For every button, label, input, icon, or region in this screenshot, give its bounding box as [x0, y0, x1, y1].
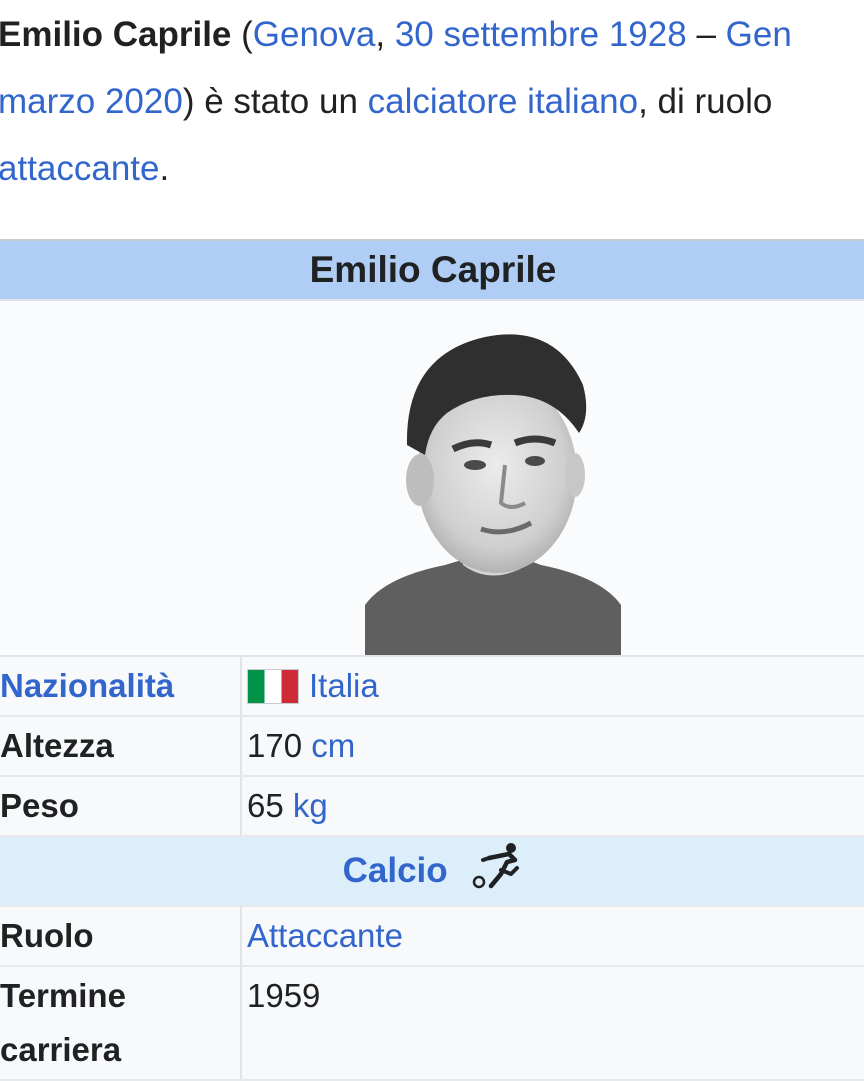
intro-line-2: marzo 2020) è stato un calciatore italia…	[0, 67, 864, 134]
label-termine-carriera: Termine carriera	[0, 967, 242, 1079]
value-peso: 65 kg	[242, 777, 864, 835]
text-role: , di ruolo	[638, 82, 773, 121]
link-profession[interactable]: calciatore italiano	[368, 82, 638, 121]
italy-flag-icon[interactable]	[247, 669, 299, 704]
label-ruolo: Ruolo	[0, 907, 242, 965]
link-death-place[interactable]: Gen	[726, 15, 792, 54]
text-mid: ) è stato un	[182, 82, 368, 121]
text-comma: ,	[375, 15, 395, 54]
link-calcio[interactable]: Calcio	[343, 851, 448, 890]
row-altezza: Altezza 170 cm	[0, 717, 864, 777]
link-unit-kg[interactable]: kg	[293, 787, 328, 824]
section-calcio: Calcio	[0, 837, 864, 907]
peso-number: 65	[247, 787, 284, 824]
football-player-icon	[473, 843, 520, 889]
label-altezza: Altezza	[0, 717, 242, 775]
row-nazionalita: Nazionalità Italia	[0, 657, 864, 717]
subject-name: Emilio Caprile	[0, 15, 232, 54]
value-termine-carriera: 1959	[242, 967, 864, 1079]
altezza-number: 170	[247, 727, 303, 764]
link-death-date[interactable]: marzo 2020	[0, 82, 183, 121]
label-nazionalita[interactable]: Nazionalità	[0, 657, 242, 715]
link-attaccante[interactable]: Attaccante	[247, 917, 403, 954]
intro-paragraph: Emilio Caprile (Genova, 30 settembre 192…	[0, 0, 864, 201]
player-portrait[interactable]	[365, 315, 621, 655]
text-period: .	[159, 149, 170, 188]
row-peso: Peso 65 kg	[0, 777, 864, 837]
infobox-image-cell	[0, 301, 864, 657]
row-termine-carriera: Termine carriera 1959	[0, 967, 864, 1081]
link-birth-date[interactable]: 30 settembre 1928	[395, 15, 687, 54]
link-role[interactable]: attaccante	[0, 149, 160, 188]
infobox-title: Emilio Caprile	[0, 241, 864, 301]
value-altezza: 170 cm	[242, 717, 864, 775]
link-italia[interactable]: Italia	[309, 667, 379, 704]
label-peso: Peso	[0, 777, 242, 835]
infobox: Emilio Caprile Nazionalità Italia Altezz…	[0, 239, 864, 1081]
value-ruolo: Attaccante	[242, 907, 864, 965]
link-birth-place[interactable]: Genova	[253, 15, 376, 54]
value-nazionalita: Italia	[242, 657, 864, 715]
row-ruolo: Ruolo Attaccante	[0, 907, 864, 967]
intro-line-3: attaccante.	[0, 134, 864, 201]
text-open-paren: (	[231, 15, 253, 54]
intro-line-1: Emilio Caprile (Genova, 30 settembre 192…	[0, 0, 864, 67]
link-unit-cm[interactable]: cm	[311, 727, 355, 764]
text-dash: –	[686, 15, 726, 54]
